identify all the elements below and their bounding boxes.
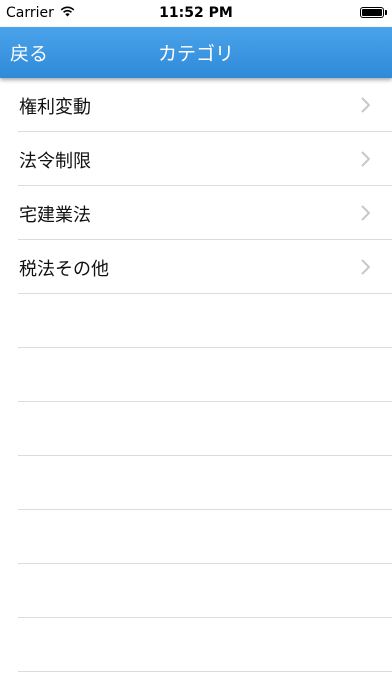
category-row-zeihou[interactable]: 税法その他 xyxy=(18,240,392,294)
empty-row xyxy=(18,348,392,402)
chevron-right-icon xyxy=(361,259,370,275)
battery-icon xyxy=(360,7,387,18)
status-time: 11:52 PM xyxy=(159,5,233,21)
category-label: 宅建業法 xyxy=(19,205,91,226)
status-bar: Carrier 11:52 PM xyxy=(0,0,392,27)
category-label: 税法その他 xyxy=(19,259,109,280)
chevron-right-icon xyxy=(361,205,370,221)
nav-bar: 戻る カテゴリ xyxy=(0,27,392,78)
empty-row xyxy=(18,402,392,456)
category-list: 権利変動 法令制限 宅建業法 税法その他 xyxy=(0,78,392,672)
category-row-takken[interactable]: 宅建業法 xyxy=(18,186,392,240)
empty-row xyxy=(18,456,392,510)
category-row-hourei[interactable]: 法令制限 xyxy=(18,132,392,186)
empty-row xyxy=(18,564,392,618)
category-row-kenri[interactable]: 権利変動 xyxy=(18,78,392,132)
nav-title: カテゴリ xyxy=(157,43,234,65)
chevron-right-icon xyxy=(361,97,370,113)
screen: Carrier 11:52 PM 戻る カテゴリ 権利変動 法令制限 宅建業法 … xyxy=(0,0,392,696)
chevron-right-icon xyxy=(361,151,370,167)
empty-row xyxy=(18,618,392,672)
category-label: 権利変動 xyxy=(19,97,91,118)
category-label: 法令制限 xyxy=(19,151,91,172)
empty-row xyxy=(18,294,392,348)
empty-row xyxy=(18,510,392,564)
